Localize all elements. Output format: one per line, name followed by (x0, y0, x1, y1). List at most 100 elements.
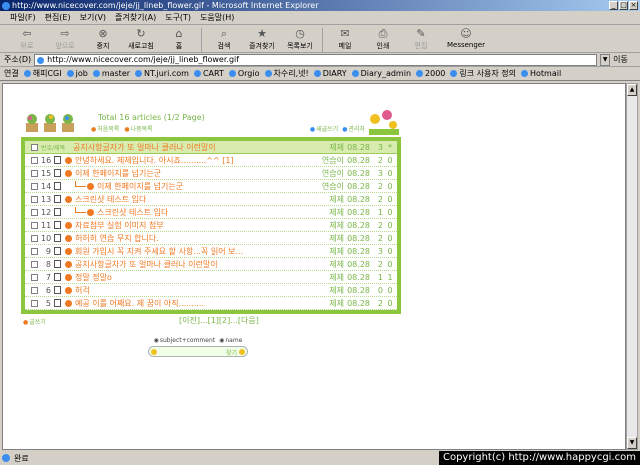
address-dropdown[interactable]: ▼ (600, 53, 611, 66)
next-list-button[interactable]: 나중목록 (124, 124, 153, 133)
table-row[interactable]: 13 스크린샷 테스트 입다 제제 08.28 2 0 (25, 193, 397, 206)
hit-count: 2 (377, 220, 383, 230)
table-row[interactable]: 16 안녕하세요. 제제입니다. 아시죠..........^^ [1] 연습이 08… (25, 154, 397, 167)
document-icon (54, 247, 61, 255)
refresh-button[interactable]: ↻ 새로고침 (122, 26, 160, 51)
link-item[interactable]: 2000 (416, 69, 445, 78)
address-input[interactable]: http://www.nicecover.com/jeje/jj_lineb_f… (34, 53, 598, 66)
author-name: 제제 (329, 285, 344, 295)
forward-button[interactable]: ⇨ 앞으로 (46, 26, 84, 51)
row-checkbox[interactable] (31, 273, 38, 281)
search-input[interactable]: 찾기 (148, 346, 248, 357)
go-button[interactable]: 이동 (613, 54, 628, 65)
article-subject[interactable]: 정말 정말o (75, 272, 314, 283)
row-checkbox[interactable] (31, 208, 38, 216)
menu-file[interactable]: 파일(F) (10, 11, 36, 24)
article-subject[interactable]: 스크린샷 테스트 입다 (97, 207, 314, 218)
search-option-subject[interactable]: subject+comment (154, 337, 215, 344)
write-button[interactable]: 글쓰기 (23, 317, 46, 326)
table-row[interactable]: 6 허걱 제제 08.28 0 0 (25, 284, 397, 297)
minimize-button[interactable]: _ (609, 1, 618, 10)
row-checkbox[interactable] (31, 143, 38, 151)
menu-favorites[interactable]: 즐겨찾기(A) (115, 11, 156, 24)
pagination[interactable]: [이전]...[1][2]...[다음] (179, 315, 259, 326)
article-subject[interactable]: 이제 한페이지를 넘기는군 (75, 168, 314, 179)
close-button[interactable]: × (629, 1, 638, 10)
row-checkbox[interactable] (31, 221, 38, 229)
row-checkbox[interactable] (31, 156, 38, 164)
history-button[interactable]: ◷ 목록보기 (281, 26, 319, 51)
search-button[interactable]: ⌕ 검색 (205, 26, 243, 51)
post-date: 08.28 (347, 194, 370, 204)
article-subject[interactable]: 허허허 연습 무지 합니다. (75, 233, 314, 244)
article-subject[interactable]: 이제 한페이지를 넘기는군 (97, 181, 314, 192)
recommend-count: 0 (387, 194, 393, 204)
row-checkbox[interactable] (31, 286, 38, 294)
article-subject[interactable]: 스크린샷 테스트 입다 (75, 194, 314, 205)
stop-button[interactable]: ⊗ 중지 (84, 26, 122, 51)
row-checkbox[interactable] (31, 260, 38, 268)
row-checkbox[interactable] (31, 182, 38, 190)
links-label: 연결 (4, 69, 19, 78)
menu-help[interactable]: 도움말(H) (200, 11, 234, 24)
link-item[interactable]: 해피CGI (24, 68, 62, 79)
article-subject[interactable]: 공지사항글자가 또 얼마나 클러나 이런말이 (75, 259, 314, 270)
link-item[interactable]: CART (194, 69, 224, 78)
row-checkbox[interactable] (31, 247, 38, 255)
favorites-button[interactable]: ★ 즐겨찾기 (243, 26, 281, 51)
link-item[interactable]: Diary_admin (352, 69, 411, 78)
search-go-button[interactable]: 찾기 (226, 348, 237, 357)
scroll-down-icon[interactable]: ▼ (627, 437, 637, 449)
notice-row[interactable]: 번호/제목 공지사항글자가 또 얼마나 클러나 이런말이 제제 08.28 3 … (25, 141, 397, 154)
maximize-button[interactable]: □ (619, 1, 628, 10)
back-button[interactable]: ⇦ 뒤로 (8, 26, 46, 51)
link-item[interactable]: NT.juri.com (135, 69, 189, 78)
article-subject[interactable]: 허걱 (75, 285, 314, 296)
scroll-up-icon[interactable]: ▲ (627, 84, 637, 96)
recommend-count: 0 (387, 168, 393, 178)
print-button[interactable]: ⎙ 인쇄 (364, 26, 402, 51)
table-row[interactable]: 11 자료첨부 실험 이미지 첨부 제제 08.28 2 0 (25, 219, 397, 232)
link-item[interactable]: Hotmail (521, 69, 561, 78)
notice-subject[interactable]: 공지사항글자가 또 얼마나 클러나 이런말이 (73, 142, 314, 153)
menu-view[interactable]: 보기(V) (80, 11, 106, 24)
table-row[interactable]: 5 예공 이를 어째요. 제 꿈이 아직.......... 제제 08.28 2 0 (25, 297, 397, 310)
toolbar-divider (201, 28, 202, 52)
row-checkbox[interactable] (31, 234, 38, 242)
search-right-cap-icon (239, 349, 245, 355)
new-post-button[interactable]: 새글쓰기 (310, 124, 338, 133)
article-subject[interactable]: 예공 이를 어째요. 제 꿈이 아직.......... (75, 298, 314, 309)
table-row[interactable]: 14 이제 한페이지를 넘기는군 연습이 08.28 2 0 (25, 180, 397, 193)
article-subject[interactable]: 회원 가입시 꼭 지켜 주세요 할 사항...꼭 읽어 보... (75, 246, 314, 257)
search-option-name[interactable]: name (219, 337, 242, 344)
table-row[interactable]: 10 허허허 연습 무지 합니다. 제제 08.28 2 0 (25, 232, 397, 245)
post-date: 08.28 (347, 220, 370, 230)
menu-edit[interactable]: 편집(E) (45, 11, 71, 24)
link-item[interactable]: 차수리,넷! (265, 68, 309, 79)
link-item[interactable]: 링크 사용자 정의 (450, 68, 516, 79)
row-checkbox[interactable] (31, 299, 38, 307)
admin-button[interactable]: 관리자 (342, 124, 365, 133)
edit-button[interactable]: ✎ 편집 (402, 26, 440, 51)
search-box: subject+comment name 찾기 (148, 337, 248, 357)
first-list-button[interactable]: 처음목록 (91, 124, 119, 133)
table-row[interactable]: 7 정말 정말o 제제 08.28 1 1 (25, 271, 397, 284)
menu-tools[interactable]: 도구(T) (165, 11, 191, 24)
table-row[interactable]: 15 이제 한페이지를 넘기는군 연습이 08.28 3 0 (25, 167, 397, 180)
mail-button[interactable]: ✉ 메일 (326, 26, 364, 51)
link-item[interactable]: DIARY (314, 69, 347, 78)
table-row[interactable]: 8 공지사항글자가 또 얼마나 클러나 이런말이 제제 08.28 2 0 (25, 258, 397, 271)
link-item[interactable]: job (67, 69, 88, 78)
home-button[interactable]: ⌂ 홈 (160, 26, 198, 51)
table-row[interactable]: 9 회원 가입시 꼭 지켜 주세요 할 사항...꼭 읽어 보... 제제 08.28… (25, 245, 397, 258)
vertical-scrollbar[interactable]: ▲ ▼ (626, 83, 638, 450)
link-item[interactable]: Orgio (229, 69, 260, 78)
messenger-button[interactable]: ☺ Messenger (440, 26, 492, 50)
row-checkbox[interactable] (31, 169, 38, 177)
ie-logo-icon (2, 2, 10, 10)
row-checkbox[interactable] (31, 195, 38, 203)
table-row[interactable]: 12 스크린샷 테스트 입다 제제 08.28 1 0 (25, 206, 397, 219)
link-item[interactable]: master (93, 69, 130, 78)
article-subject[interactable]: 자료첨부 실험 이미지 첨부 (75, 220, 314, 231)
article-subject[interactable]: 안녕하세요. 제제입니다. 아시죠..........^^ [1] (75, 155, 314, 166)
